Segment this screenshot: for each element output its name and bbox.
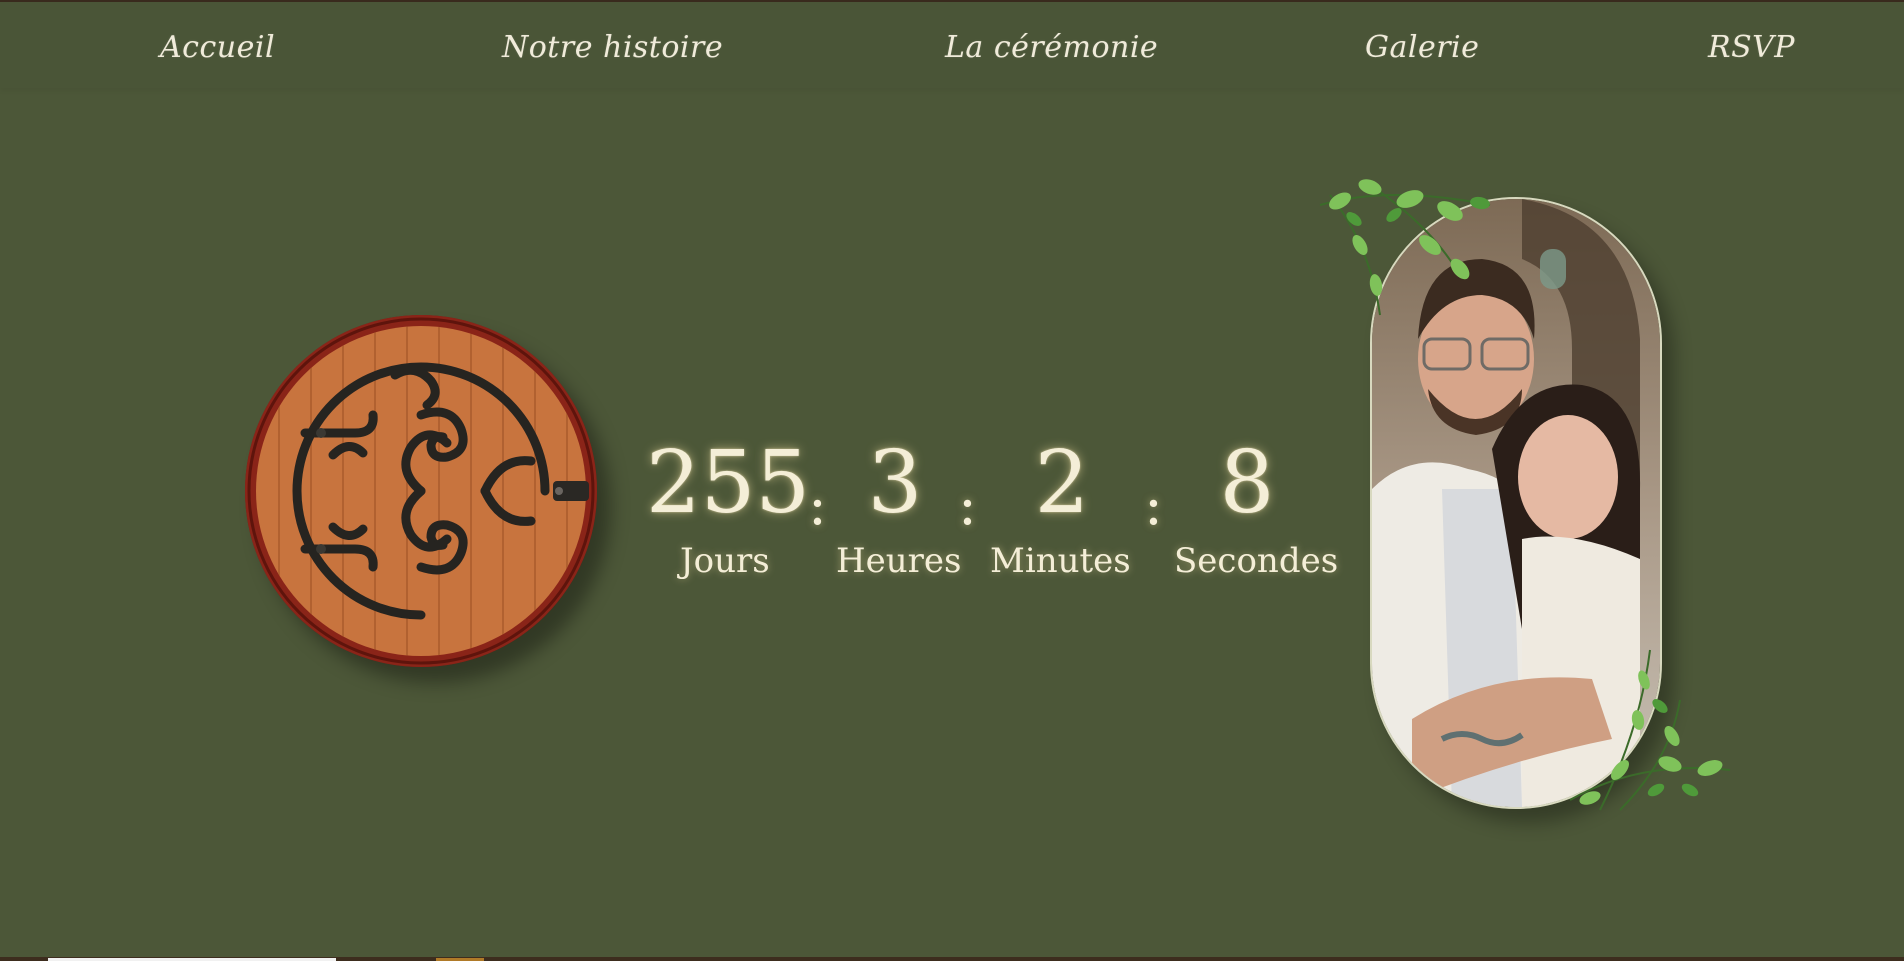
countdown-separator: :: [958, 473, 977, 538]
countdown-separator: :: [808, 473, 827, 538]
nav-item-ceremonie[interactable]: La cérémonie: [945, 30, 1158, 65]
countdown-seconds-value: 8: [1219, 433, 1275, 533]
hobbit-door-icon: [245, 315, 597, 667]
nav-item-galerie[interactable]: Galerie: [1365, 30, 1479, 65]
main-nav: Accueil Notre histoire La cérémonie Gale…: [0, 2, 1904, 88]
nav-item-rsvp[interactable]: RSVP: [1708, 30, 1795, 65]
countdown-hours-label: Heures: [836, 541, 962, 581]
nav-item-accueil[interactable]: Accueil: [160, 30, 275, 65]
countdown-seconds-label: Secondes: [1174, 541, 1339, 581]
countdown-hours-value: 3: [867, 433, 923, 533]
page: Accueil Notre histoire La cérémonie Gale…: [0, 0, 1904, 961]
countdown-minutes-label: Minutes: [990, 541, 1131, 581]
leaf-branch-icon: [1319, 179, 1491, 316]
nav-item-notre-histoire[interactable]: Notre histoire: [502, 30, 723, 65]
countdown-minutes-value: 2: [1034, 433, 1090, 533]
countdown-days-value: 255: [646, 433, 811, 533]
countdown-separator: :: [1144, 473, 1163, 538]
countdown-days-label: Jours: [680, 541, 770, 581]
leaf-branch-icon: [1569, 649, 1731, 811]
